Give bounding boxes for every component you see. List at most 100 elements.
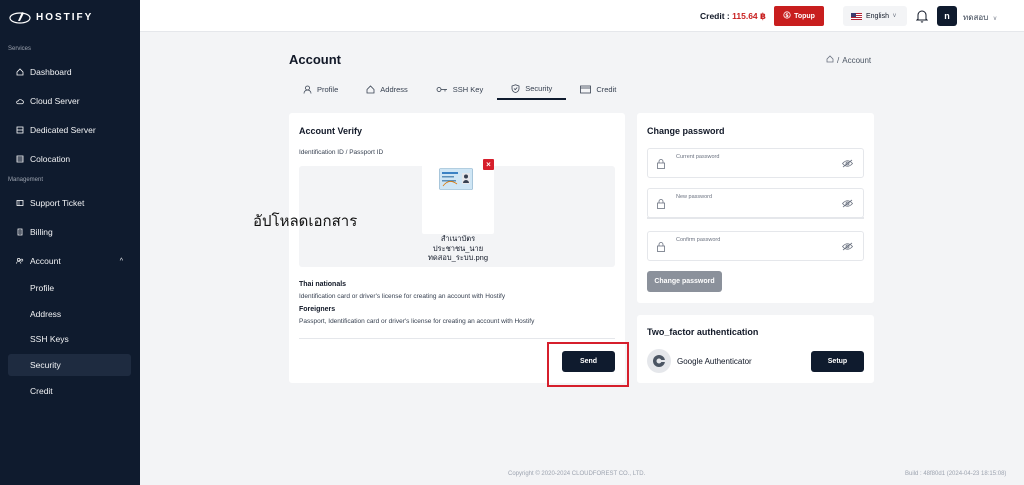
tab-credit[interactable]: Credit [566,78,630,100]
eye-off-icon[interactable] [842,199,853,208]
sidebar-subitem-credit[interactable]: Credit [8,380,131,402]
key-icon [436,86,447,92]
avatar[interactable]: n [937,6,957,26]
sidebar-subitem-profile[interactable]: Profile [8,277,131,299]
sidebar-item-dashboard[interactable]: Dashboard [8,61,131,83]
thai-nationals-heading: Thai nationals [299,281,347,288]
tab-label: Profile [317,84,339,94]
sidebar-item-label: Cloud Server [30,96,80,106]
sidebar-item-cloud-server[interactable]: Cloud Server [8,90,131,112]
new-password-field[interactable]: New password [647,188,864,218]
sidebar-item-support-ticket[interactable]: Support Ticket [8,192,131,214]
sidebar-subitem-security[interactable]: Security [8,354,131,376]
footer-copyright: Copyright © 2020-2024 CLOUDFOREST CO., L… [508,471,646,477]
sidebar-item-colocation[interactable]: Colocation [8,148,131,170]
chevron-down-icon: v [892,13,896,19]
sidebar-item-label: SSH Keys [30,334,69,344]
confirm-password-label: Confirm password [676,237,721,243]
footer-build: Build : 48f80d1 (2024-04-23 18:15:08) [905,471,1007,477]
sidebar-item-label: Credit [30,386,53,396]
tab-label: Security [525,83,553,93]
bell-icon[interactable] [916,9,928,23]
receipt-icon [16,228,24,236]
id-card-image-icon [439,168,473,190]
rack-icon [16,155,24,163]
user-name: ทดสอบ [963,13,989,22]
upload-document-annotation: อัปโหลดเอกสาร [253,213,358,230]
chevron-up-icon: ^ [119,257,123,265]
sidebar-item-label: Address [30,309,62,319]
home-icon[interactable] [826,55,834,65]
topup-label: Topup [794,12,815,20]
credit-card-icon [580,85,592,93]
language-select[interactable]: English v [843,6,907,26]
google-authenticator-icon [647,349,671,373]
user-menu[interactable]: ทดสอบ v [963,11,996,24]
ticket-icon [16,199,24,207]
section-label-management: Management [8,177,44,183]
tab-label: SSH Key [452,84,484,94]
shield-icon [511,83,520,93]
google-authenticator-label: Google Authenticator [677,357,752,366]
setup-button[interactable]: Setup [811,351,864,372]
thai-nationals-text: Identification card or driver's license … [299,293,506,300]
confirm-password-field[interactable]: Confirm password [647,231,864,261]
lock-icon [657,159,665,169]
lock-icon [657,242,665,252]
rocket-logo-icon [9,12,31,24]
close-icon: × [486,160,491,169]
eye-off-icon[interactable] [842,242,853,251]
sidebar-item-label: Colocation [30,154,71,164]
section-label-services: Services [8,46,32,52]
highlight-box [547,342,629,387]
user-icon [303,85,312,94]
new-password-label: New password [676,194,713,200]
sidebar-item-label: Dashboard [30,67,72,77]
credit-amount: 115.64 ฿ [732,11,766,21]
card-divider [299,338,615,339]
topup-button[interactable]: $ Topup [774,6,824,26]
id-label: Identification ID / Passport ID [299,149,384,156]
sidebar-item-billing[interactable]: Billing [8,221,131,243]
breadcrumb-separator: / [837,55,840,65]
tab-label: Address [380,84,408,94]
sidebar-item-label: Profile [30,283,55,293]
users-icon [16,257,24,265]
sidebar: HOSTIFY Services Dashboard Cloud Server … [0,0,140,485]
tab-ssh-key[interactable]: SSH Key [422,78,497,100]
page-title: Account [289,52,341,67]
coin-icon: $ [783,11,791,21]
brand-logo[interactable]: HOSTIFY [0,0,140,34]
credit-balance: Credit : 115.64 ฿ [700,11,766,22]
account-tabs: Profile Address SSH Key Security Credit [289,78,630,100]
sidebar-item-account[interactable]: Account ^ [8,250,131,272]
cloud-icon [16,97,24,105]
remove-file-button[interactable]: × [483,159,494,170]
sidebar-item-label: Security [30,360,61,370]
sidebar-item-label: Support Ticket [30,198,85,208]
language-value: English [866,12,889,20]
foreigners-text: Passport, Identification card or driver'… [299,318,535,325]
tab-profile[interactable]: Profile [289,78,352,100]
foreigners-heading: Foreigners [299,306,336,313]
account-verify-title: Account Verify [299,126,363,136]
tab-security[interactable]: Security [497,78,567,100]
chevron-down-icon: v [993,16,997,22]
uploaded-file-name: สำเนาบัตร ประชาชน_นาย ทดสอบ_ระบบ.png [427,234,488,262]
us-flag-icon [851,12,862,20]
sidebar-item-dedicated-server[interactable]: Dedicated Server [8,119,131,141]
change-password-button[interactable]: Change password [647,271,722,292]
home-icon [366,84,375,93]
home-icon [16,68,24,76]
sidebar-subitem-address[interactable]: Address [8,303,131,325]
sidebar-subitem-ssh-keys[interactable]: SSH Keys [8,328,131,350]
current-password-label: Current password [676,154,720,160]
breadcrumb: / Account [826,55,871,65]
brand-name: HOSTIFY [36,11,94,23]
eye-off-icon[interactable] [842,159,853,168]
current-password-field[interactable]: Current password [647,148,864,178]
breadcrumb-current: Account [842,55,872,65]
tab-label: Credit [596,84,617,94]
change-password-title: Change password [647,126,725,136]
tab-address[interactable]: Address [352,78,422,100]
